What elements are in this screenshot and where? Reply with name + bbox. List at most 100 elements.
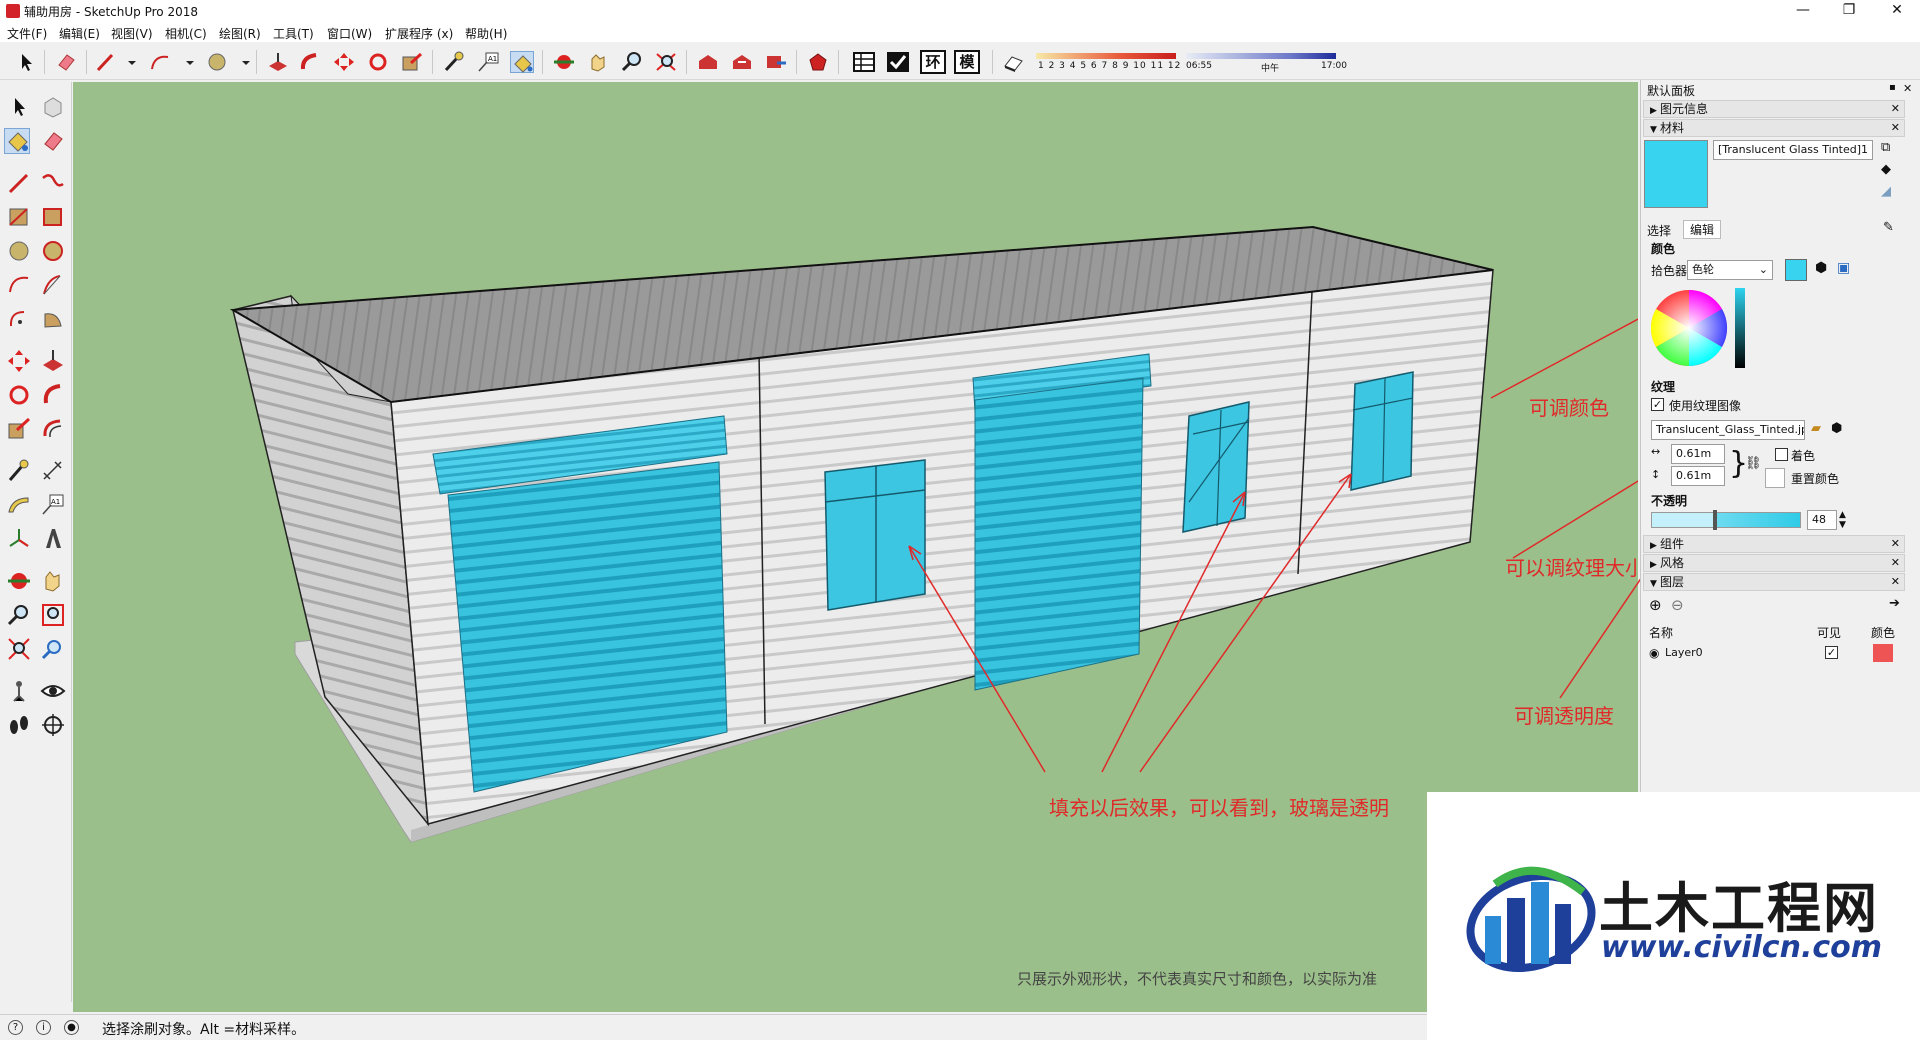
checkmark-icon[interactable] [886, 51, 910, 73]
minimize-button[interactable]: — [1780, 0, 1826, 22]
texture-width-field[interactable]: 0.61m [1671, 444, 1725, 464]
match-color-object-icon[interactable]: ⬢ [1815, 260, 1827, 276]
close-icon[interactable]: ✕ [1903, 82, 1912, 95]
two-point-arc-icon[interactable] [40, 272, 66, 298]
menu-draw[interactable]: 绘图(R) [219, 25, 261, 42]
remove-layer-icon[interactable]: ⊖ [1671, 596, 1684, 614]
position-camera-icon[interactable] [6, 678, 32, 704]
opacity-value-field[interactable]: 48 [1807, 510, 1837, 530]
walk-footprints-icon[interactable] [6, 712, 32, 738]
layers-header[interactable]: ▼ 图层 ✕ [1643, 573, 1905, 591]
orbit-icon[interactable] [6, 568, 32, 594]
color-picker-select[interactable]: 色轮 ⌄ [1687, 260, 1773, 280]
dimension-icon[interactable] [40, 458, 66, 484]
menu-camera[interactable]: 相机(C) [165, 25, 207, 42]
color-wheel[interactable] [1651, 286, 1755, 370]
toolbar-box-huan[interactable]: 环 [920, 50, 946, 74]
texture-file-field[interactable]: Translucent_Glass_Tinted.jpg [1651, 420, 1805, 440]
layer0-color-swatch[interactable] [1873, 644, 1893, 662]
zoom-extents-icon[interactable] [654, 51, 678, 73]
move-icon[interactable] [332, 51, 356, 73]
make-component-icon[interactable] [40, 94, 66, 120]
materials-header[interactable]: ▼ 材料 ✕ [1643, 119, 1905, 137]
axes-icon[interactable] [6, 526, 32, 552]
arc-icon[interactable] [148, 51, 172, 73]
freehand-icon[interactable] [40, 170, 66, 196]
user-account-icon[interactable]: ● [64, 1020, 79, 1035]
active-layer-radio[interactable]: ◉ [1649, 646, 1659, 660]
look-around-eye-icon[interactable] [40, 678, 66, 704]
pencil-line-icon[interactable] [94, 51, 118, 73]
opacity-slider-track-right[interactable] [1715, 512, 1801, 528]
scale-icon[interactable] [6, 416, 32, 442]
match-color-screen-icon[interactable]: ▣ [1837, 260, 1850, 276]
toolbar-box-mo[interactable]: 模 [954, 50, 980, 74]
pin-icon[interactable]: ▪ [1889, 82, 1896, 93]
follow-me-icon[interactable] [40, 382, 66, 408]
browse-folder-icon[interactable]: ▰ [1811, 421, 1821, 436]
material-name-field[interactable]: [Translucent Glass Tinted]1 [1713, 140, 1873, 160]
display-secondary-icon[interactable]: ◢ [1881, 184, 1891, 199]
menu-extensions[interactable]: 扩展程序 (x) [385, 25, 453, 42]
follow-me-icon[interactable] [298, 51, 322, 73]
select-arrow-icon[interactable] [6, 94, 32, 120]
components-header[interactable]: ▶ 组件 ✕ [1643, 535, 1905, 553]
zoom-icon[interactable] [6, 602, 32, 628]
pan-hand-icon[interactable] [586, 51, 610, 73]
zoom-extents-icon[interactable] [6, 636, 32, 662]
menu-window[interactable]: 窗口(W) [327, 25, 372, 42]
chevron-down-icon[interactable] [120, 51, 136, 73]
push-pull-icon[interactable] [40, 348, 66, 374]
three-point-arc-icon[interactable] [6, 306, 32, 332]
maximize-button[interactable]: ❐ [1826, 0, 1872, 22]
protractor-icon[interactable] [6, 492, 32, 518]
previous-view-icon[interactable] [40, 636, 66, 662]
tab-select[interactable]: 选择 [1647, 222, 1671, 239]
opacity-slider-thumb[interactable] [1713, 510, 1717, 530]
colorize-checkbox[interactable] [1775, 448, 1788, 461]
opacity-slider-track-left[interactable] [1651, 512, 1715, 528]
add-layer-icon[interactable]: ⊕ [1649, 596, 1662, 614]
text-label-icon[interactable]: A1 [476, 51, 500, 73]
building-model[interactable] [73, 82, 1638, 1012]
paint-bucket-icon[interactable] [510, 51, 534, 73]
styles-header[interactable]: ▶ 风格 ✕ [1643, 554, 1905, 572]
rotated-rectangle-icon[interactable] [40, 204, 66, 230]
use-texture-checkbox[interactable]: ✓ [1651, 398, 1664, 411]
chevron-down-icon[interactable] [178, 51, 194, 73]
opacity-spinner[interactable]: ▲ ▼ [1839, 510, 1846, 530]
pie-icon[interactable] [40, 306, 66, 332]
zoom-window-icon[interactable] [40, 602, 66, 628]
share-component-icon[interactable] [764, 51, 788, 73]
pan-hand-icon[interactable] [40, 568, 66, 594]
scale-icon[interactable] [400, 51, 424, 73]
layer0-name[interactable]: Layer0 [1665, 646, 1703, 659]
paint-sample-icon[interactable]: ◆ [1881, 162, 1891, 177]
3d-viewport[interactable]: 可调颜色 可以调纹理大小 填充以后效果，可以看到，玻璃是透明 只展示外观形状，不… [73, 82, 1638, 1012]
menu-edit[interactable]: 编辑(E) [59, 25, 100, 42]
arc-icon[interactable] [6, 272, 32, 298]
texture-height-field[interactable]: 0.61m [1671, 466, 1725, 486]
rotate-icon[interactable] [366, 51, 390, 73]
circle-icon[interactable] [6, 238, 32, 264]
paint-bucket-icon[interactable] [4, 128, 30, 154]
tape-measure-icon[interactable] [6, 458, 32, 484]
eraser-icon[interactable] [54, 51, 78, 73]
credits-icon[interactable]: i [36, 1020, 51, 1035]
chevron-down-icon[interactable] [234, 51, 250, 73]
rotate-icon[interactable] [6, 382, 32, 408]
orbit-icon[interactable] [552, 51, 576, 73]
move-icon[interactable] [6, 348, 32, 374]
table-grid-icon[interactable] [852, 51, 876, 73]
geo-location-icon[interactable]: ? [8, 1020, 23, 1035]
circle-shape-icon[interactable] [205, 51, 229, 73]
current-color-swatch[interactable] [1785, 259, 1807, 281]
eyedropper-icon[interactable]: ✎ [1883, 220, 1894, 235]
push-pull-icon[interactable] [266, 51, 290, 73]
aspect-lock-icon[interactable]: ⛓ [1745, 456, 1762, 471]
extension-warehouse-icon[interactable] [806, 51, 830, 73]
rectangle-icon[interactable] [6, 204, 32, 230]
polygon-icon[interactable] [40, 238, 66, 264]
layer-details-icon[interactable]: ➔ [1889, 596, 1900, 611]
create-material-icon[interactable]: ⧉ [1881, 140, 1890, 155]
